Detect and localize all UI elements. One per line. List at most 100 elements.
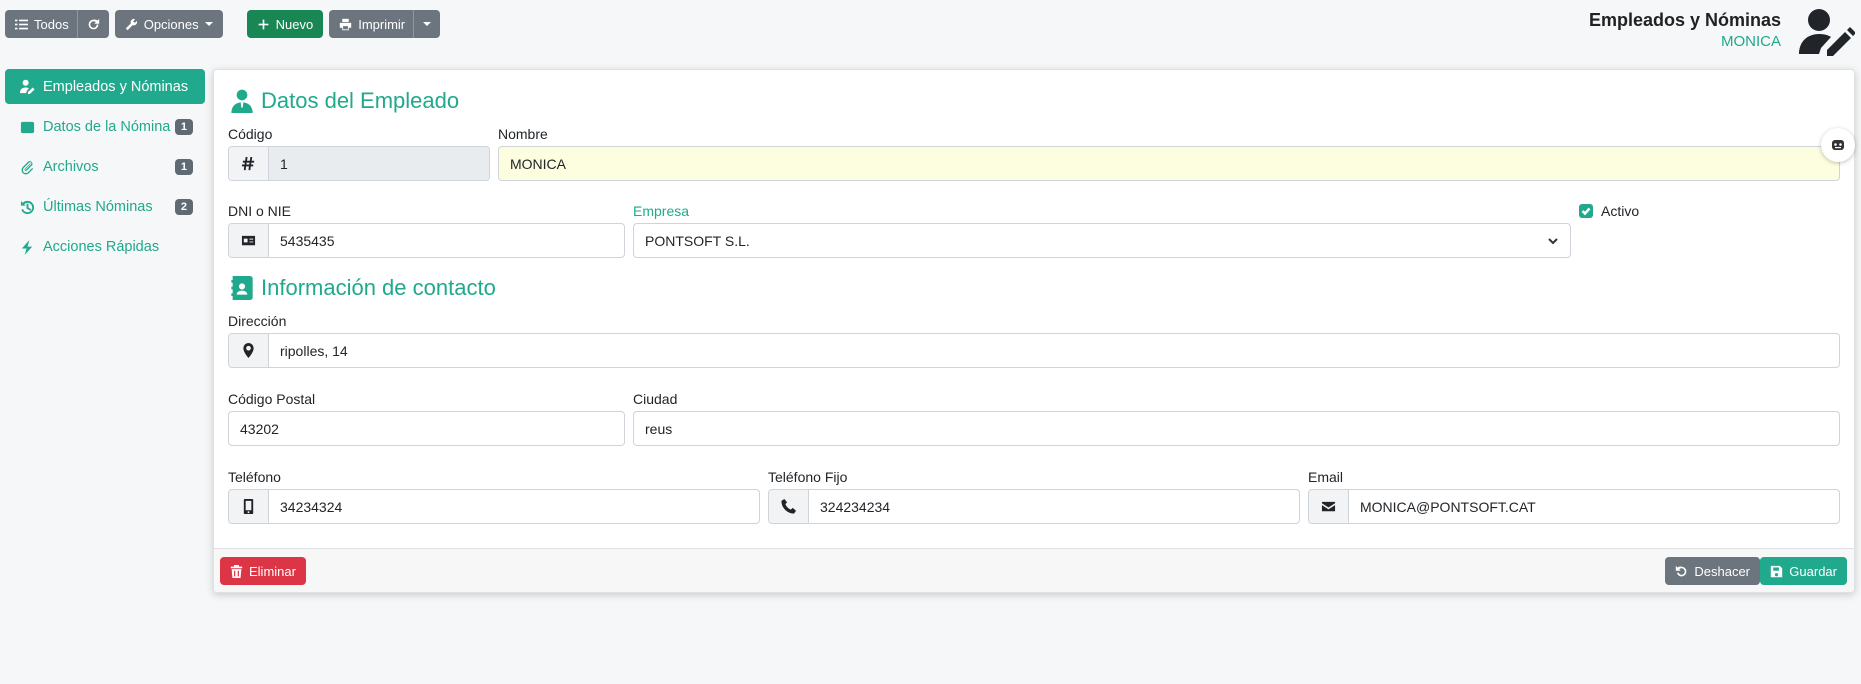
dni-field [228,223,625,258]
page-title: Empleados y Nóminas [1588,10,1781,30]
sidebar-item-archivos[interactable]: Archivos 1 [5,147,205,187]
mobile-phone-icon [229,490,269,523]
cp-field [228,411,625,446]
codigo-input[interactable] [269,147,489,180]
nuevo-button[interactable]: Nuevo [246,10,324,38]
telefono-fijo-input[interactable] [809,490,1299,523]
id-card-icon [229,224,269,257]
direccion-input[interactable] [269,334,1839,367]
sidebar-item-label: Archivos [43,159,99,175]
activo-label: Activo [1601,203,1640,219]
toolbar: Todos Opciones Nuevo Imprimir [5,10,441,38]
address-book-icon [231,276,253,300]
robot-assistant-icon[interactable] [1821,128,1855,162]
sidebar-item-empleados[interactable]: Empleados y Nóminas [5,69,205,104]
cp-input[interactable] [229,412,624,445]
paperclip-icon [21,160,34,174]
sidebar-item-acciones-rapidas[interactable]: Acciones Rápidas [5,227,205,267]
section-title-empleado: Datos del Empleado [231,88,459,114]
eliminar-button[interactable]: Eliminar [220,557,306,585]
sidebar-item-label: Últimas Nóminas [43,199,153,215]
sidebar-item-ultimas-nominas[interactable]: Últimas Nóminas 2 [5,187,205,227]
undo-icon [1676,565,1687,576]
telefono-input[interactable] [269,490,759,523]
eliminar-button-label: Eliminar [249,563,296,579]
opciones-button-label: Opciones [143,16,199,32]
hashtag-icon [229,147,269,180]
imprimir-button-group: Imprimir [329,10,441,38]
codigo-field [228,146,490,181]
direccion-field [228,333,1840,368]
empresa-label: Empresa [633,203,690,219]
checkbox-checked-icon [1579,204,1593,218]
user-edit-icon [20,79,35,94]
email-input[interactable] [1349,490,1839,523]
current-user-name: MONICA [1721,33,1781,50]
section-title-text: Datos del Empleado [261,88,460,113]
email-field [1308,489,1840,524]
trash-icon [230,564,243,578]
imprimir-button[interactable]: Imprimir [329,10,414,38]
empresa-select[interactable] [633,223,1571,258]
count-badge: 2 [174,199,193,215]
section-title-text: Información de contacto [261,275,496,300]
telefono-fijo-label: Teléfono Fijo [768,469,848,485]
refresh-icon [88,18,99,29]
phone-icon [769,490,809,523]
envelope-icon [1309,490,1349,523]
nombre-input[interactable] [499,147,1839,180]
list-icon [15,19,28,29]
todos-button[interactable]: Todos [5,10,77,38]
email-label: Email [1308,469,1344,485]
guardar-button[interactable]: Guardar [1760,557,1847,585]
count-badge: 1 [174,119,193,135]
plus-icon [258,19,268,29]
history-icon [20,200,35,214]
table-icon [20,121,35,133]
ciudad-field [633,411,1840,446]
empresa-selected-value[interactable] [634,224,1536,257]
guardar-button-label: Guardar [1789,563,1837,579]
caret-down-icon [204,22,213,26]
user-edit-avatar-icon[interactable] [1797,8,1855,56]
todos-button-group: Todos [5,10,109,38]
deshacer-button[interactable]: Deshacer [1665,557,1760,585]
dni-label: DNI o NIE [228,203,292,219]
map-marker-icon [229,334,269,367]
nombre-label: Nombre [498,126,548,142]
telefono-label: Teléfono [228,469,281,485]
nombre-field [498,146,1840,181]
app-header: Empleados y Nóminas MONICA [1589,10,1781,50]
sidebar-item-label: Datos de la Nómina [43,119,171,135]
dni-input[interactable] [269,224,624,257]
save-icon [1771,565,1783,577]
imprimir-dropdown-toggle[interactable] [413,10,441,38]
refresh-button[interactable] [76,10,109,38]
printer-icon [340,18,352,30]
todos-button-label: Todos [34,16,69,32]
section-title-contacto: Información de contacto [231,275,496,301]
user-tie-icon [231,89,253,113]
sidebar-item-label: Empleados y Nóminas [43,78,189,95]
nuevo-button-label: Nuevo [275,16,314,32]
count-badge: 1 [174,159,193,175]
sidebar: Empleados y Nóminas Datos de la Nómina 1… [5,69,205,267]
chevron-down-icon [1536,224,1570,257]
telefono-field [228,489,760,524]
imprimir-button-label: Imprimir [358,16,406,32]
deshacer-button-label: Deshacer [1694,563,1750,579]
bolt-icon [21,239,33,255]
direccion-label: Dirección [228,313,287,329]
opciones-button[interactable]: Opciones [114,10,223,38]
wrench-icon [125,18,137,30]
sidebar-item-label: Acciones Rápidas [43,239,160,255]
ciudad-input[interactable] [634,412,1839,445]
card-footer: Eliminar Deshacer Guardar [214,548,1854,592]
activo-checkbox[interactable]: Activo [1579,203,1639,219]
employee-form-card: Datos del Empleado Código Nombre DNI o N… [213,69,1855,593]
telefono-fijo-field [768,489,1300,524]
caret-down-icon [423,22,432,26]
cp-label: Código Postal [228,391,316,407]
sidebar-item-datos-nomina[interactable]: Datos de la Nómina 1 [5,107,205,147]
ciudad-label: Ciudad [633,391,678,407]
